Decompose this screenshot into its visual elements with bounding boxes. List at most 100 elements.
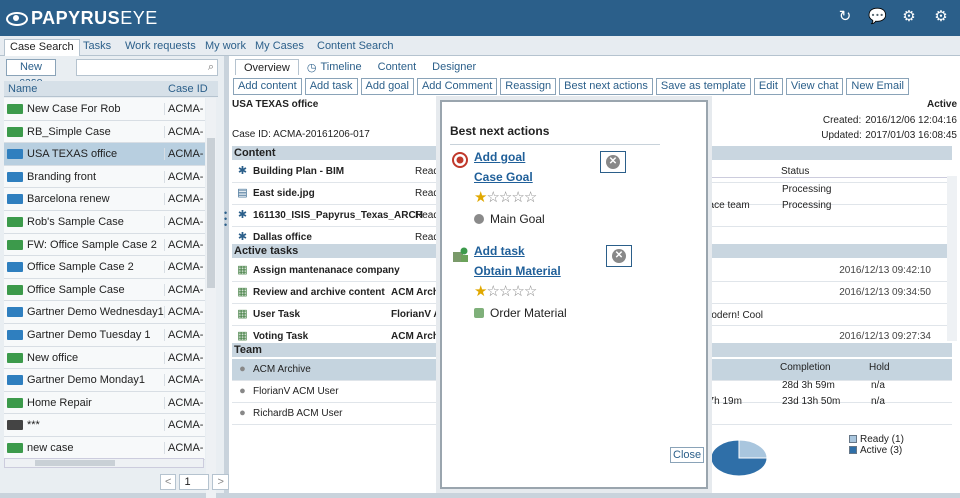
gear-icon[interactable]: ⚙	[932, 8, 950, 26]
toolbar-button[interactable]: Reassign	[500, 78, 557, 95]
prev-page-button[interactable]: <	[160, 474, 177, 490]
case-search-input[interactable]: ⌕	[76, 59, 218, 76]
case-list-row[interactable]: FW: Office Sample Case 2 ACMA-20	[4, 233, 205, 257]
case-id: Case ID: ACMA-20161206-017	[232, 129, 370, 140]
app-header: PAPYRUS EYE ↻ 💬 ⚙ ⚙	[0, 0, 960, 36]
case-list-row[interactable]: Home Repair ACMA-20	[4, 391, 205, 415]
case-list-row[interactable]: Rob's Sample Case ACMA-20	[4, 210, 205, 234]
bna-target-link[interactable]: Case Goal	[474, 170, 533, 184]
case-type-icon	[7, 126, 23, 137]
case-list-row[interactable]: Office Sample Case 2 ACMA-20	[4, 256, 205, 279]
case-list-row[interactable]: new case ACMA-20	[4, 436, 205, 460]
star-empty-icon: ☆	[523, 189, 537, 206]
case-list-row[interactable]: Office Sample Case ACMA-20	[4, 278, 205, 302]
case-type-icon	[7, 397, 23, 408]
column-case-id[interactable]: Case ID	[168, 83, 208, 95]
updated-value: 2017/01/03 16:08:45	[865, 130, 957, 141]
task-date: 2016/12/13 09:34:50	[839, 287, 931, 298]
bna-target-link[interactable]: Obtain Material	[474, 264, 561, 278]
task-icon: ▦	[237, 308, 248, 320]
bna-subitem-label: Main Goal	[490, 212, 545, 226]
dismiss-button[interactable]: ✕	[600, 151, 626, 173]
hold-value: n/a	[871, 396, 885, 407]
case-type-icon	[7, 171, 23, 182]
legend-label: Ready (1)	[860, 434, 904, 445]
case-id: ACMA-20	[164, 148, 204, 161]
case-list-row[interactable]: Gartner Demo Monday1 ACMA-20	[4, 369, 205, 392]
subtab[interactable]: Designer	[424, 59, 484, 75]
toolbar-button[interactable]: Add goal	[360, 78, 414, 95]
case-type-icon	[7, 375, 23, 386]
close-circle-icon: ✕	[606, 155, 620, 169]
page-input[interactable]: 1	[179, 474, 210, 490]
content-name: Building Plan - BIM	[253, 166, 345, 177]
case-name: USA TEXAS office	[27, 148, 118, 161]
subtab-label: Overview	[244, 61, 290, 74]
bna-subitem: Main Goal	[474, 212, 545, 226]
jpg-icon: ▤	[237, 187, 248, 199]
case-name: Office Sample Case 2	[27, 261, 134, 274]
case-list-row[interactable]: USA TEXAS office ACMA-20	[4, 143, 205, 166]
detail-scrollbar[interactable]	[947, 176, 957, 341]
case-list-row[interactable]: New office ACMA-20	[4, 346, 205, 370]
subtab[interactable]: Content	[370, 59, 425, 75]
case-list-row[interactable]: Gartner Demo Wednesday1ACMA-20	[4, 301, 205, 324]
case-list-row[interactable]: Branding front ACMA-20	[4, 165, 205, 189]
best-next-action-item: Add task Obtain Material ★☆☆☆☆ Order Materi…	[450, 244, 700, 334]
updated-label: Updated:	[821, 130, 862, 141]
close-button[interactable]: Close	[670, 447, 705, 463]
next-page-button[interactable]: >	[212, 474, 229, 490]
close-circle-icon: ✕	[612, 249, 626, 263]
user-icon: ●	[239, 407, 246, 419]
nav-tab[interactable]: Tasks	[78, 39, 116, 56]
nav-tab[interactable]: My Cases	[250, 39, 309, 56]
case-list-hscrollbar[interactable]	[4, 458, 204, 468]
dismiss-button[interactable]: ✕	[606, 245, 632, 267]
status-header: Status	[781, 166, 810, 177]
search-icon[interactable]: ⌕	[208, 61, 214, 74]
case-list-row[interactable]: RB_Simple Case ACMA-20	[4, 120, 205, 144]
case-list-row[interactable]: Gartner Demo Tuesday 1 ACMA-20	[4, 323, 205, 347]
toolbar-button[interactable]: Add Comment	[416, 78, 498, 95]
toolbar-button[interactable]: View chat	[785, 78, 844, 95]
panel-splitter[interactable]: • • •	[224, 209, 228, 230]
star-empty-icon: ☆	[523, 283, 537, 300]
case-name: New office	[27, 351, 79, 364]
toolbar-button[interactable]: Best next actions	[559, 78, 653, 95]
case-list-row[interactable]: New Case For Rob ACMA-20	[4, 98, 205, 121]
toolbar-button[interactable]: Edit	[753, 78, 783, 95]
case-id: ACMA-20	[164, 374, 204, 387]
toolbar-button[interactable]: Add task	[304, 78, 358, 95]
legend-swatch	[849, 446, 857, 454]
toolbar-button[interactable]: Add content	[233, 78, 302, 95]
brand-suffix: EYE	[120, 8, 158, 28]
column-name[interactable]: Name	[8, 83, 37, 95]
settings-panel-icon[interactable]: ⚙	[900, 8, 918, 26]
case-toolbar: Add content Add task Add goal Add Comment Re…	[233, 78, 909, 95]
subtab-label: Designer	[432, 61, 477, 73]
chat-icon[interactable]: 💬	[868, 8, 887, 26]
subtab[interactable]: ◷ Timeline	[299, 59, 370, 75]
new-case-button[interactable]: New case	[6, 59, 56, 88]
nav-tab[interactable]: Content Search	[312, 39, 398, 56]
user-icon: ●	[239, 385, 246, 397]
hold-value: n/a	[871, 380, 885, 391]
case-list-row[interactable]: Barcelona renew ACMA-20	[4, 188, 205, 211]
refresh-icon[interactable]: ↻	[836, 8, 854, 26]
completion-value: 28d 3h 59m	[782, 380, 835, 391]
nav-tab[interactable]: Work requests	[120, 39, 201, 56]
case-name: Branding front	[27, 170, 97, 183]
case-id: ACMA-20	[164, 419, 204, 432]
case-name: Barcelona renew	[27, 193, 110, 206]
bna-action-link[interactable]: Add goal	[474, 150, 525, 164]
bna-action-link[interactable]: Add task	[474, 244, 525, 258]
case-list-row[interactable]: *** ACMA-20	[4, 414, 205, 437]
case-list-scrollbar[interactable]	[206, 98, 216, 498]
toolbar-button[interactable]: New Email	[846, 78, 909, 95]
nav-tab[interactable]: My work	[200, 39, 251, 56]
subtab[interactable]: Overview	[235, 59, 299, 75]
asterisk-icon: ✱	[237, 209, 248, 221]
toolbar-button[interactable]: Save as template	[655, 78, 751, 95]
nav-tab[interactable]: Case Search	[4, 39, 80, 56]
star-empty-icon: ☆	[498, 189, 512, 206]
